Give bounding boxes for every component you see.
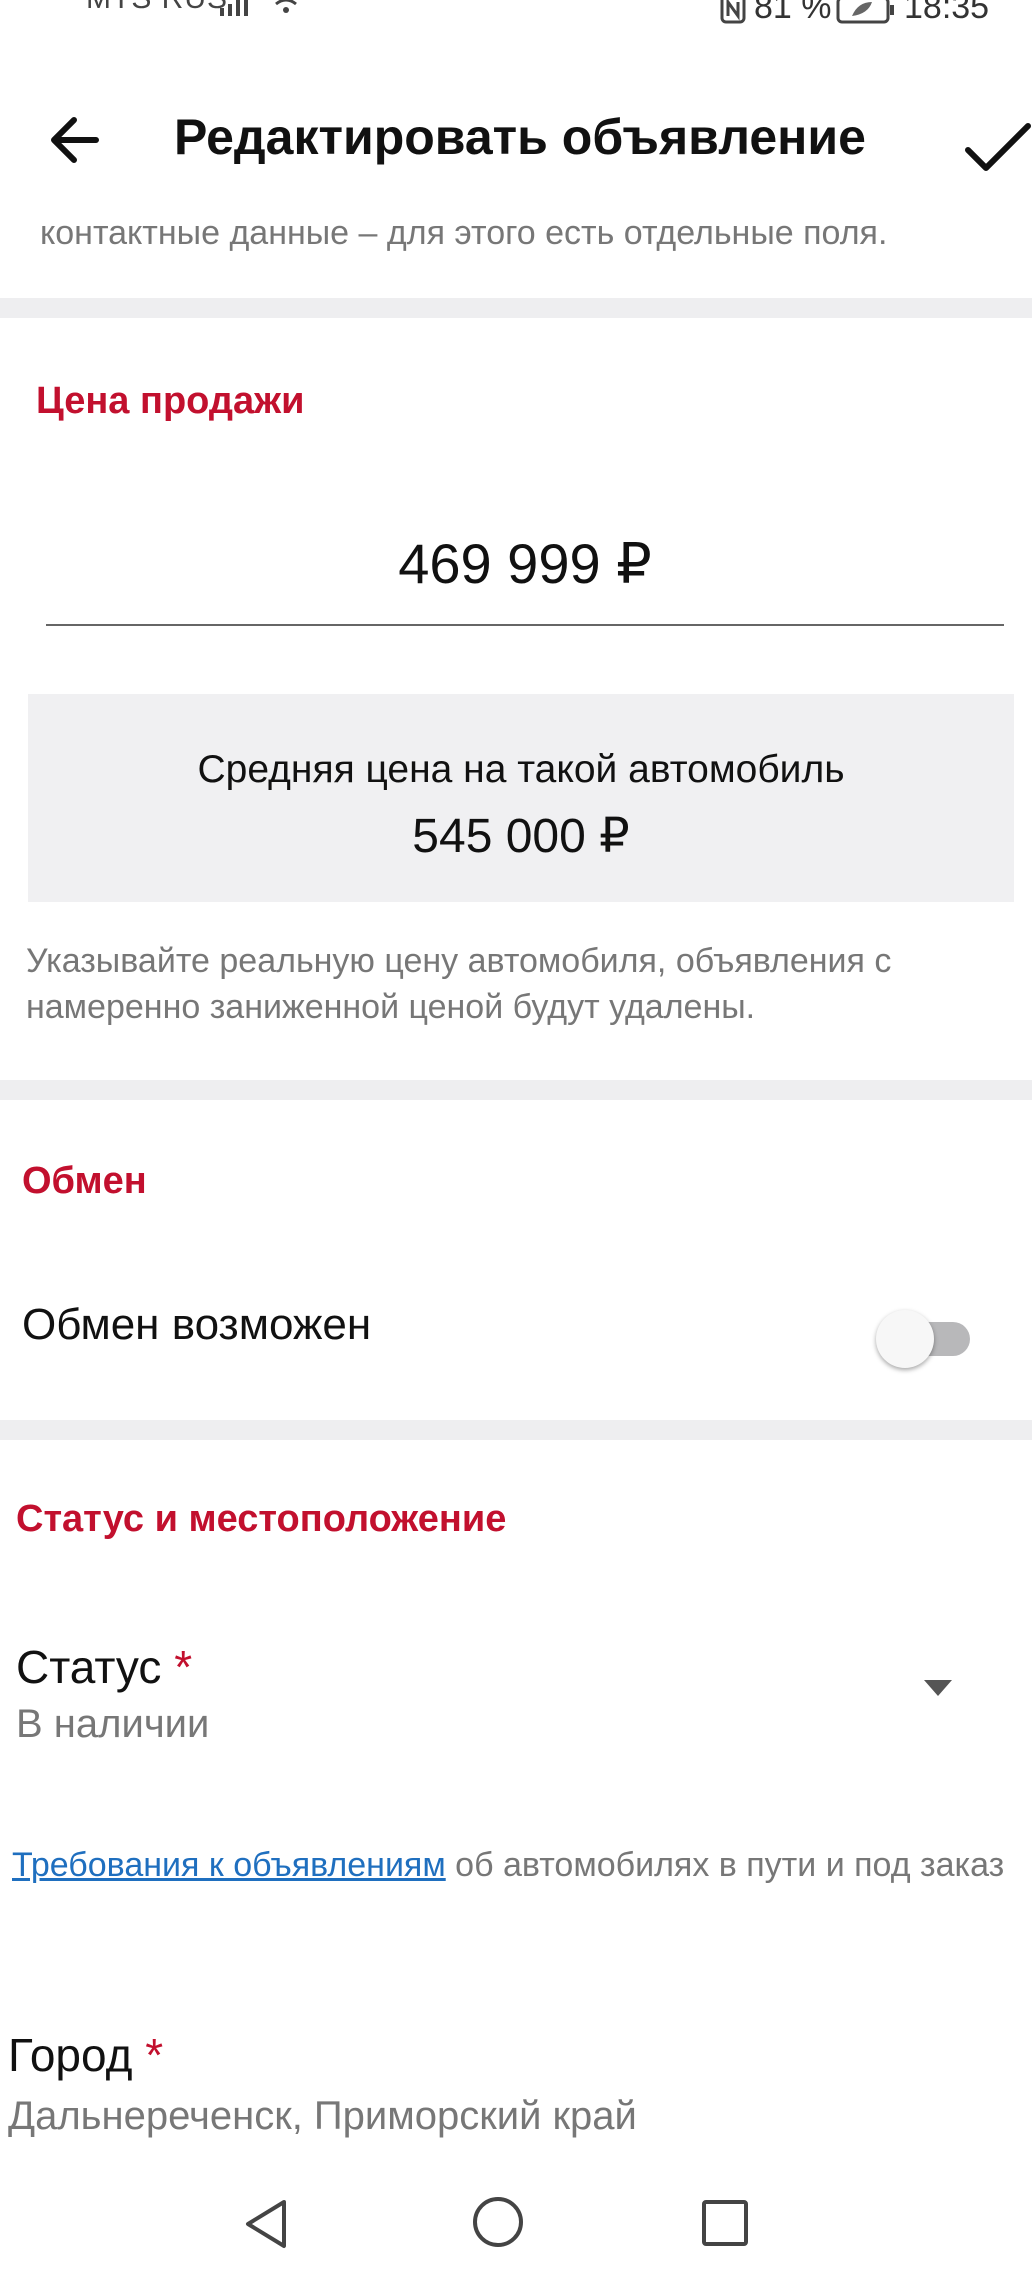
required-mark: *: [174, 1641, 193, 1693]
status-location-title: Статус и местоположение: [16, 1498, 507, 1540]
average-price-value: 545 000 ₽: [412, 810, 630, 863]
status-field-label: Статус *: [16, 1640, 192, 1694]
triangle-down-icon[interactable]: [918, 1672, 958, 1702]
app-bar: Редактировать объявление: [0, 60, 1032, 220]
requirements-note: Требования к объявлениям об автомобилях …: [12, 1844, 1012, 1886]
description-hint: контактные данные – для этого есть отдел…: [40, 214, 888, 252]
price-section: Цена продажи 469 999 ₽ Средняя цена на т…: [0, 318, 1032, 1080]
section-divider: [0, 1080, 1032, 1100]
exchange-toggle-thumb[interactable]: [876, 1310, 934, 1368]
battery-icon: [836, 0, 894, 24]
required-mark: *: [145, 2029, 164, 2081]
status-label-text: Статус: [16, 1641, 162, 1693]
circle-home-icon[interactable]: [470, 2194, 526, 2250]
city-input[interactable]: Дальнереченск, Приморский край: [8, 2094, 637, 2139]
page-title: Редактировать объявление: [174, 109, 866, 165]
status-select[interactable]: В наличии: [16, 1702, 209, 1747]
check-icon[interactable]: [960, 112, 1032, 184]
city-field-label: Город *: [8, 2028, 163, 2082]
price-section-title: Цена продажи: [36, 380, 305, 422]
wifi-icon: [275, 0, 297, 13]
battery-percent: 81 %: [754, 0, 832, 26]
description-card: контактные данные – для этого есть отдел…: [0, 200, 1032, 296]
clock: 18:35: [904, 0, 990, 26]
section-divider: [0, 298, 1032, 318]
status-location-section: Статус и местоположение Статус * В налич…: [0, 1440, 1032, 2200]
average-price-box: Средняя цена на такой автомобиль 545 000…: [28, 694, 1014, 902]
price-hint: Указывайте реальную цену автомобиля, объ…: [26, 942, 892, 1026]
average-price-label: Средняя цена на такой автомобиль: [197, 748, 845, 791]
carrier-name: MTS RUS: [86, 0, 228, 16]
requirements-link[interactable]: Требования к объявлениям: [12, 1846, 446, 1884]
triangle-back-icon[interactable]: [240, 2196, 292, 2252]
status-bar: MTS RUS 81 % 18:35: [0, 0, 1032, 36]
exchange-section: Обмен Обмен возможен: [0, 1100, 1032, 1420]
signal-icon: [220, 0, 248, 16]
requirements-text: об автомобилях в пути и под заказ: [445, 1846, 1005, 1884]
section-divider: [0, 1420, 1032, 1440]
city-label-text: Город: [8, 2029, 133, 2081]
exchange-toggle-label: Обмен возможен: [22, 1300, 372, 1349]
exchange-section-title: Обмен: [22, 1160, 147, 1202]
square-recent-icon[interactable]: [700, 2198, 750, 2248]
system-nav-bar: [0, 2190, 1032, 2270]
price-input[interactable]: 469 999 ₽: [46, 528, 1004, 626]
nfc-icon: [720, 0, 746, 24]
arrow-left-icon[interactable]: [40, 100, 120, 180]
